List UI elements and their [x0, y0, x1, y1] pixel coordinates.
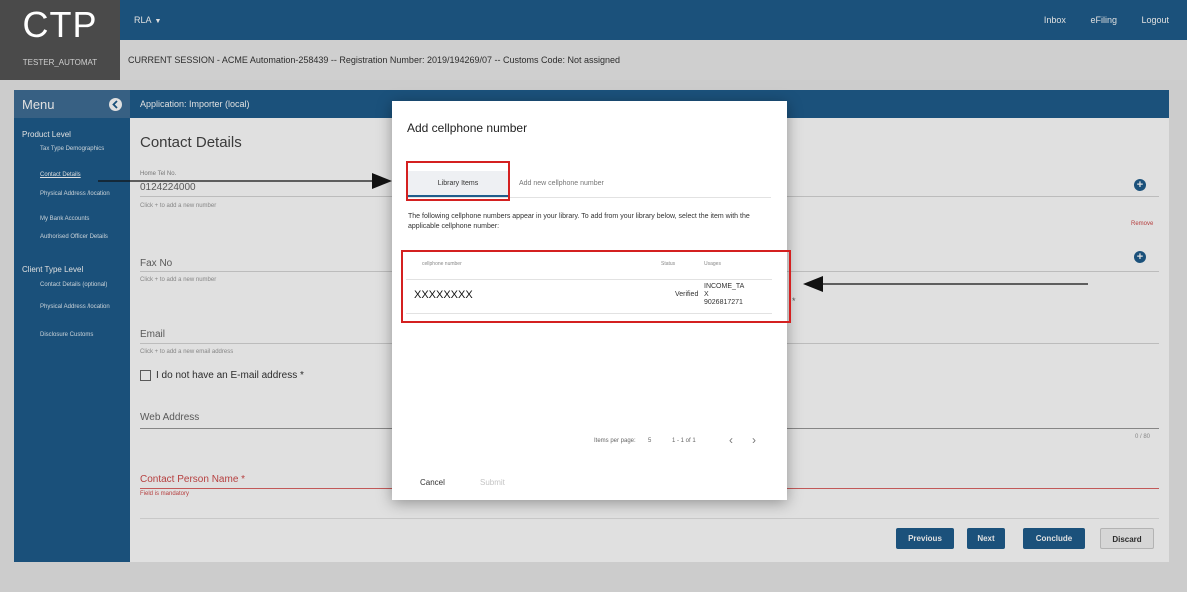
annotation-arrows	[98, 173, 1088, 292]
arrow-head-left-icon	[803, 276, 823, 292]
arrow-head-right-icon	[372, 173, 392, 189]
current-user: TESTER_AUTOMAT	[22, 58, 98, 67]
logo-area: CTP TESTER_AUTOMAT	[0, 0, 120, 80]
app-logo: CTP	[22, 4, 98, 45]
